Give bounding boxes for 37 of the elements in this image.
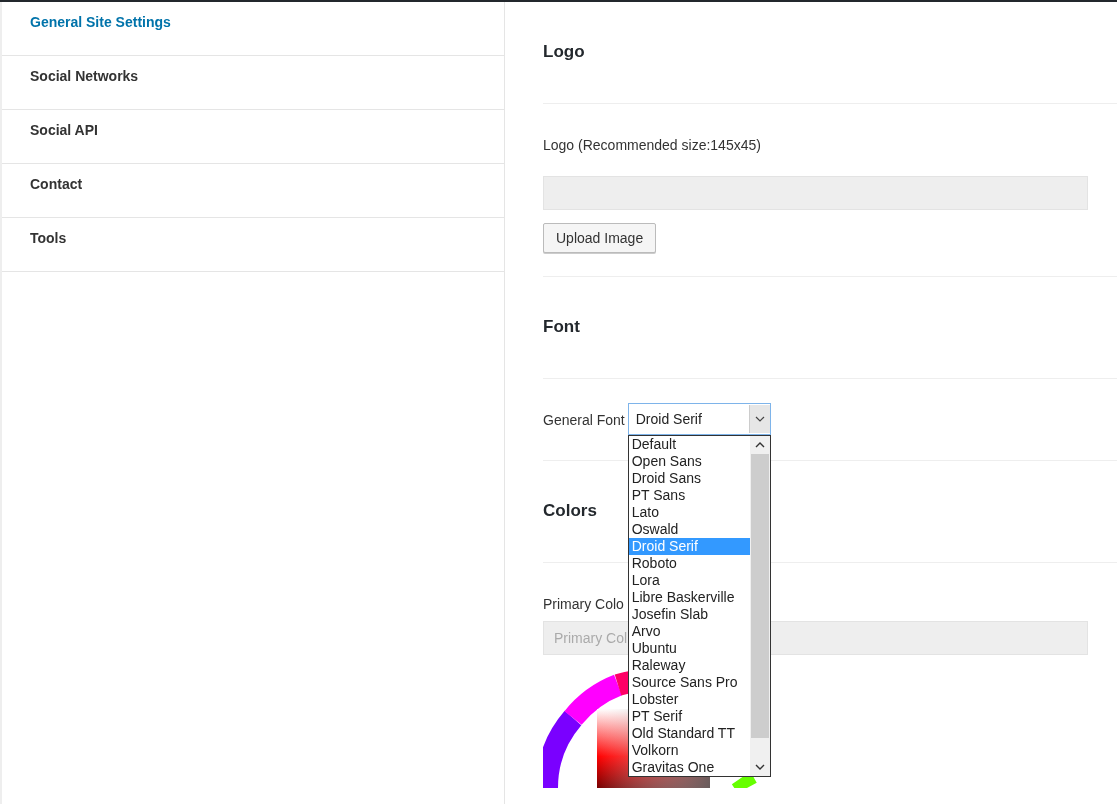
sidebar-item[interactable]: Tools <box>2 218 504 272</box>
section-heading: Font <box>543 317 580 336</box>
dropdown-option[interactable]: Open Sans <box>628 453 750 470</box>
field-label: General Font <box>543 411 625 428</box>
dropdown-option[interactable]: Droid Sans <box>628 470 750 487</box>
font-select[interactable]: Droid Serif <box>627 403 771 435</box>
dropdown-option[interactable]: Oswald <box>628 521 750 538</box>
dropdown-option[interactable]: Volkorn <box>628 742 750 759</box>
sidebar-item[interactable]: Social API <box>2 110 504 164</box>
dropdown-option[interactable]: Libre Baskerville <box>628 589 750 606</box>
dropdown-option[interactable]: Lobster <box>628 691 750 708</box>
section-heading: Colors <box>543 501 597 520</box>
sidebar-item[interactable]: General Site Settings <box>2 2 504 56</box>
dropdown-option[interactable]: Ubuntu <box>628 640 750 657</box>
dropdown-option[interactable]: Default <box>628 436 750 453</box>
field-label: Primary Colo <box>543 596 624 612</box>
dropdown-option[interactable]: Raleway <box>628 657 750 674</box>
section-heading: Logo <box>543 42 585 61</box>
dropdown-option[interactable]: Arvo <box>628 623 750 640</box>
chevron-down-icon <box>754 764 765 770</box>
dropdown-option[interactable]: Lora <box>628 572 750 589</box>
scrollbar[interactable] <box>749 436 770 776</box>
chevron-up-icon <box>754 442 765 448</box>
dropdown-option[interactable]: PT Sans <box>628 487 750 504</box>
dropdown-option[interactable]: Old Standard TT <box>628 725 750 742</box>
dropdown-option[interactable]: Lato <box>628 504 750 521</box>
input-field[interactable] <box>543 176 1088 210</box>
field-label: Logo (Recommended size:145x45) <box>543 137 761 153</box>
dropdown-option[interactable]: Josefin Slab <box>628 606 750 623</box>
dropdown-option[interactable]: Roboto <box>628 555 750 572</box>
dropdown-option[interactable]: Gravitas One <box>628 759 750 776</box>
chevron-down-icon <box>754 416 765 422</box>
sidebar-item[interactable]: Contact <box>2 164 504 218</box>
sidebar-item[interactable]: Social Networks <box>2 56 504 110</box>
upload-button[interactable]: Upload Image <box>543 223 657 253</box>
dropdown-option[interactable]: PT Serif <box>628 708 750 725</box>
dropdown-option[interactable]: Source Sans Pro <box>628 674 750 691</box>
